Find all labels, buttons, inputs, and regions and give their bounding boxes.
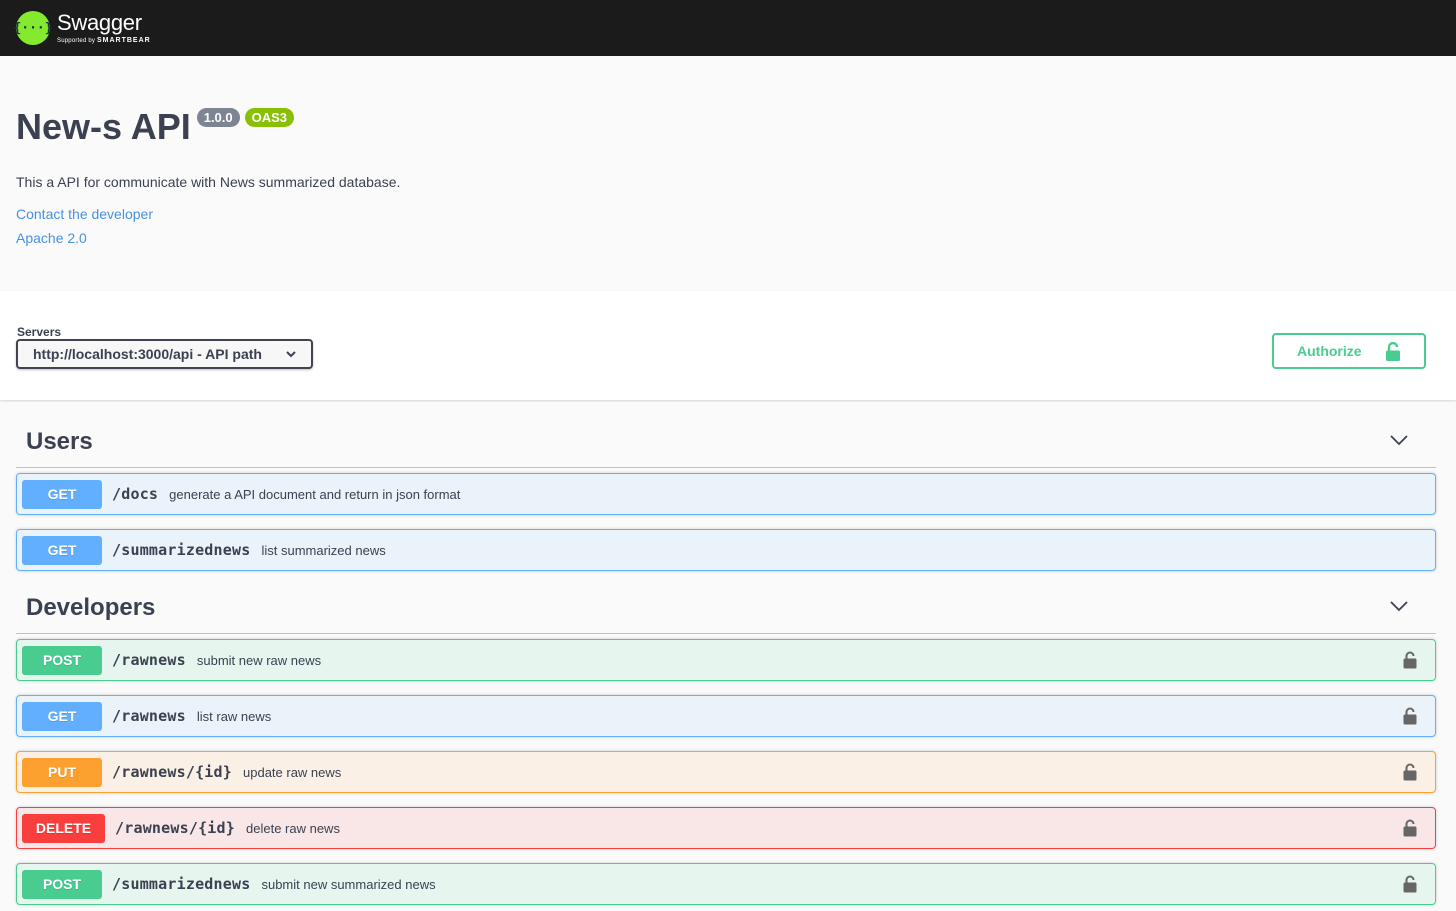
operation-path: /rawnews/{id}: [115, 819, 235, 837]
operation-get-summarizednews[interactable]: GET /summarizednews list summarized news: [16, 529, 1436, 571]
title-row: New-s API 1.0.0 OAS3: [16, 106, 1440, 148]
unlock-icon: [1386, 342, 1400, 361]
operation-path: /rawnews: [112, 651, 186, 669]
version-badge: 1.0.0: [196, 108, 240, 127]
api-description: This a API for communicate with News sum…: [16, 174, 401, 190]
method-badge: DELETE: [22, 813, 105, 843]
logo-subtitle: Supported by SMARTBEAR: [57, 37, 151, 44]
operation-summary: delete raw news: [246, 820, 340, 836]
method-badge: GET: [22, 479, 102, 509]
operation-delete-rawnews-id[interactable]: DELETE /rawnews/{id} delete raw news: [16, 807, 1436, 849]
chevron-down-icon[interactable]: [1390, 600, 1408, 612]
lock-icon[interactable]: [1403, 763, 1417, 781]
operation-summary: submit new raw news: [196, 652, 322, 668]
operation-path: /rawnews/{id}: [112, 763, 232, 781]
operation-summary: generate a API document and return in js…: [169, 486, 461, 502]
logo-sub-prefix: Supported by: [57, 38, 96, 44]
authorize-label: Authorize: [1297, 343, 1362, 359]
chevron-down-icon: [286, 351, 296, 358]
operation-path: /rawnews: [112, 707, 186, 725]
operation-summary: submit new summarized news: [261, 876, 436, 892]
servers-label: Servers: [17, 325, 62, 339]
method-badge: GET: [22, 701, 102, 731]
tag-developers-header[interactable]: Developers: [16, 576, 1436, 634]
tag-developers-title: Developers: [26, 594, 156, 621]
contact-developer-link[interactable]: Contact the developer: [16, 206, 1440, 222]
tag-users-header[interactable]: Users: [16, 410, 1436, 468]
operation-post-summarizednews[interactable]: POST /summarizednews submit new summariz…: [16, 863, 1436, 905]
operation-post-rawnews[interactable]: POST /rawnews submit new raw news: [16, 639, 1436, 681]
operation-get-docs[interactable]: GET /docs generate a API document and re…: [16, 473, 1436, 515]
method-badge: PUT: [22, 757, 102, 787]
authorize-button[interactable]: Authorize: [1272, 333, 1426, 369]
logo-sub-brand: SMARTBEAR: [96, 37, 151, 44]
servers-select[interactable]: http://localhost:3000/api - API path: [16, 339, 313, 369]
lock-icon[interactable]: [1403, 875, 1417, 893]
license-link[interactable]: Apache 2.0: [16, 230, 1440, 246]
method-badge: GET: [22, 535, 102, 565]
scheme-container: Servers http://localhost:3000/api - API …: [0, 291, 1456, 400]
servers-selected-value: http://localhost:3000/api - API path: [33, 346, 262, 362]
top-bar: {···} Swagger Supported by SMARTBEAR: [0, 0, 1456, 56]
operation-path: /docs: [112, 485, 159, 503]
operation-path: /summarizednews: [112, 875, 251, 893]
tag-users-title: Users: [26, 428, 93, 455]
operation-get-rawnews[interactable]: GET /rawnews list raw news: [16, 695, 1436, 737]
api-title: New-s API: [16, 106, 191, 147]
method-badge: POST: [22, 645, 102, 675]
oas-badge: OAS3: [244, 108, 295, 127]
operation-summary: list summarized news: [261, 542, 386, 558]
lock-icon[interactable]: [1403, 707, 1417, 725]
swagger-logo[interactable]: {···} Swagger Supported by SMARTBEAR: [13, 10, 151, 45]
operation-summary: update raw news: [243, 764, 342, 780]
api-info: New-s API 1.0.0 OAS3 This a API for comm…: [0, 56, 1456, 291]
operation-path: /summarizednews: [112, 541, 251, 559]
swagger-logo-icon: {···}: [13, 11, 53, 45]
logo-name: Swagger: [57, 10, 142, 35]
lock-icon[interactable]: [1403, 819, 1417, 837]
chevron-down-icon[interactable]: [1390, 434, 1408, 446]
operation-summary: list raw news: [196, 708, 272, 724]
operation-put-rawnews-id[interactable]: PUT /rawnews/{id} update raw news: [16, 751, 1436, 793]
lock-icon[interactable]: [1403, 651, 1417, 669]
logo-text: Swagger Supported by SMARTBEAR: [57, 10, 151, 45]
method-badge: POST: [22, 869, 102, 899]
